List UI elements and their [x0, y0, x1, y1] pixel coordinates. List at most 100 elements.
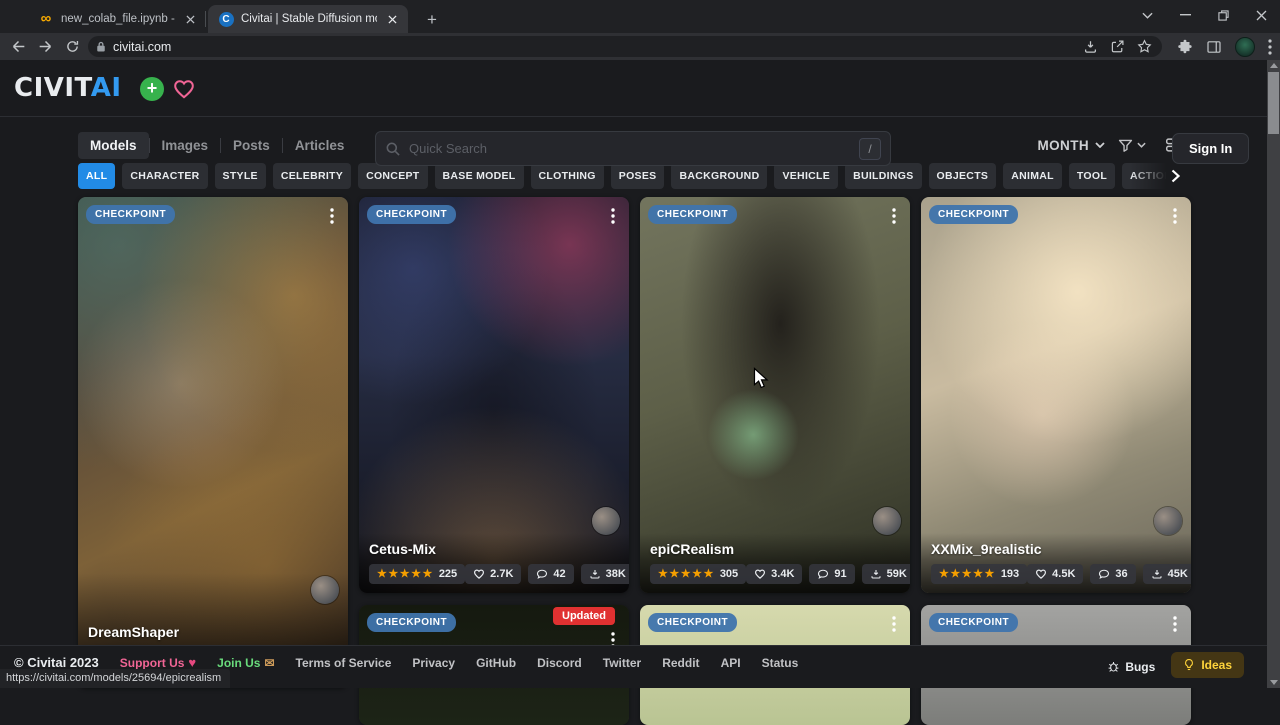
creator-avatar[interactable]	[873, 507, 901, 535]
footer-link-twitter[interactable]: Twitter	[603, 656, 641, 670]
tab-articles[interactable]: Articles	[283, 132, 357, 159]
favorites-heart-icon[interactable]	[172, 77, 196, 101]
category-chip[interactable]: POSES	[611, 163, 665, 189]
scrollbar-thumb[interactable]	[1268, 72, 1279, 134]
tab-close-icon[interactable]	[182, 11, 198, 27]
card-menu-kebab-icon[interactable]	[1163, 203, 1187, 229]
heart-icon	[473, 568, 485, 580]
new-tab-button[interactable]: +	[420, 8, 444, 32]
period-dropdown[interactable]: MONTH	[1038, 138, 1106, 153]
likes-badge: 3.4K	[746, 564, 802, 584]
model-card-xxmix[interactable]: CHECKPOINT XXMix_9realistic ★★★★★ 193 4.…	[921, 197, 1191, 593]
window-close-button[interactable]	[1242, 0, 1280, 30]
rating-badge: ★★★★★ 193	[931, 564, 1027, 584]
quick-search-bar[interactable]: /	[375, 131, 891, 166]
tab-models[interactable]: Models	[78, 132, 149, 159]
browser-tab-colab[interactable]: ∞ new_colab_file.ipynb - Colaborat	[28, 5, 206, 33]
lock-icon	[96, 40, 106, 53]
footer-link-discord[interactable]: Discord	[537, 656, 582, 670]
category-chip[interactable]: BASE MODEL	[435, 163, 524, 189]
url-text[interactable]: civitai.com	[113, 40, 1083, 54]
heart-icon	[754, 568, 766, 580]
tab-posts[interactable]: Posts	[221, 132, 282, 159]
star-icons: ★★★★★	[377, 569, 434, 580]
card-menu-kebab-icon[interactable]	[882, 611, 906, 637]
ideas-button[interactable]: Ideas	[1171, 652, 1244, 678]
window-maximize-button[interactable]	[1204, 0, 1242, 30]
footer-link-terms[interactable]: Terms of Service	[296, 656, 392, 670]
create-plus-button[interactable]: +	[140, 77, 164, 101]
category-chip[interactable]: ANIMAL	[1003, 163, 1062, 189]
creator-avatar[interactable]	[592, 507, 620, 535]
category-chip[interactable]: CELEBRITY	[273, 163, 351, 189]
model-type-badge: CHECKPOINT	[367, 613, 456, 632]
footer-link-reddit[interactable]: Reddit	[662, 656, 699, 670]
reload-icon[interactable]	[59, 34, 86, 60]
category-chip-all[interactable]: ALL	[78, 163, 115, 189]
category-chip[interactable]: CHARACTER	[122, 163, 207, 189]
browser-tab-civitai[interactable]: C Civitai | Stable Diffusion models,	[208, 5, 408, 33]
download-icon	[870, 568, 882, 580]
footer-link-join-us[interactable]: Join Us✉	[217, 656, 274, 670]
model-title: XXMix_9realistic	[931, 541, 1181, 557]
side-panel-icon[interactable]	[1206, 39, 1222, 55]
extensions-puzzle-icon[interactable]	[1177, 39, 1193, 55]
footer-link-status[interactable]: Status	[762, 656, 799, 670]
forward-icon[interactable]	[32, 34, 59, 60]
rating-badge: ★★★★★ 305	[650, 564, 746, 584]
search-shortcut-badge: /	[859, 138, 881, 160]
chips-scroll-right-button[interactable]	[1130, 163, 1182, 189]
tab-close-icon[interactable]	[384, 11, 400, 27]
chevron-down-icon	[1137, 142, 1146, 148]
footer-link-api[interactable]: API	[721, 656, 741, 670]
model-card-epicrealism[interactable]: CHECKPOINT epiCRealism ★★★★★ 305 3.4K	[640, 197, 910, 593]
back-icon[interactable]	[5, 34, 32, 60]
card-menu-kebab-icon[interactable]	[1163, 611, 1187, 637]
tab-search-icon[interactable]	[1128, 0, 1166, 30]
model-type-badge: CHECKPOINT	[367, 205, 456, 224]
browser-menu-kebab-icon[interactable]	[1268, 39, 1272, 55]
heart-icon: ♥	[188, 655, 196, 670]
civitai-logo[interactable]: CIVITAI	[14, 73, 122, 103]
download-icon	[1151, 568, 1163, 580]
creator-avatar[interactable]	[311, 576, 339, 604]
bookmark-star-icon[interactable]	[1137, 39, 1152, 54]
bugs-button[interactable]: Bugs	[1107, 660, 1155, 674]
scrollbar-down-arrow[interactable]	[1270, 680, 1278, 685]
model-type-badge: CHECKPOINT	[929, 205, 1018, 224]
filter-dropdown[interactable]	[1117, 137, 1146, 154]
search-input[interactable]	[409, 141, 859, 156]
category-chip[interactable]: STYLE	[215, 163, 266, 189]
category-chip[interactable]: TOOL	[1069, 163, 1115, 189]
card-menu-kebab-icon[interactable]	[882, 203, 906, 229]
card-menu-kebab-icon[interactable]	[601, 203, 625, 229]
category-chip[interactable]: CONCEPT	[358, 163, 427, 189]
category-chip[interactable]: BUILDINGS	[845, 163, 921, 189]
sign-in-button[interactable]: Sign In	[1172, 133, 1249, 164]
share-icon[interactable]	[1110, 39, 1125, 54]
footer-link-privacy[interactable]: Privacy	[412, 656, 455, 670]
browser-chrome: ∞ new_colab_file.ipynb - Colaborat C Civ…	[0, 0, 1280, 60]
model-title: DreamShaper	[88, 624, 179, 640]
creator-avatar[interactable]	[1154, 507, 1182, 535]
category-chip[interactable]: CLOTHING	[531, 163, 604, 189]
category-chip[interactable]: OBJECTS	[929, 163, 997, 189]
comment-icon	[817, 568, 829, 580]
comments-badge: 91	[809, 564, 854, 584]
category-chip[interactable]: VEHICLE	[774, 163, 838, 189]
comment-icon	[1098, 568, 1110, 580]
footer-link-github[interactable]: GitHub	[476, 656, 516, 670]
category-chip[interactable]: BACKGROUND	[671, 163, 767, 189]
model-card-cetus-mix[interactable]: CHECKPOINT Cetus-Mix ★★★★★ 225 2.7K	[359, 197, 629, 593]
footer-link-support-us[interactable]: Support Us♥	[120, 655, 196, 670]
browser-profile-avatar[interactable]	[1235, 37, 1255, 57]
model-card-dreamshaper[interactable]: CHECKPOINT DreamShaper	[78, 197, 348, 688]
download-page-icon[interactable]	[1083, 39, 1098, 54]
window-minimize-button[interactable]	[1166, 0, 1204, 30]
card-menu-kebab-icon[interactable]	[320, 203, 344, 229]
tab-title: Civitai | Stable Diffusion models,	[241, 13, 377, 25]
tab-images[interactable]: Images	[150, 132, 221, 159]
scrollbar-up-arrow[interactable]	[1270, 63, 1278, 68]
page-scrollbar[interactable]	[1267, 60, 1280, 688]
address-bar[interactable]: civitai.com	[88, 36, 1162, 57]
